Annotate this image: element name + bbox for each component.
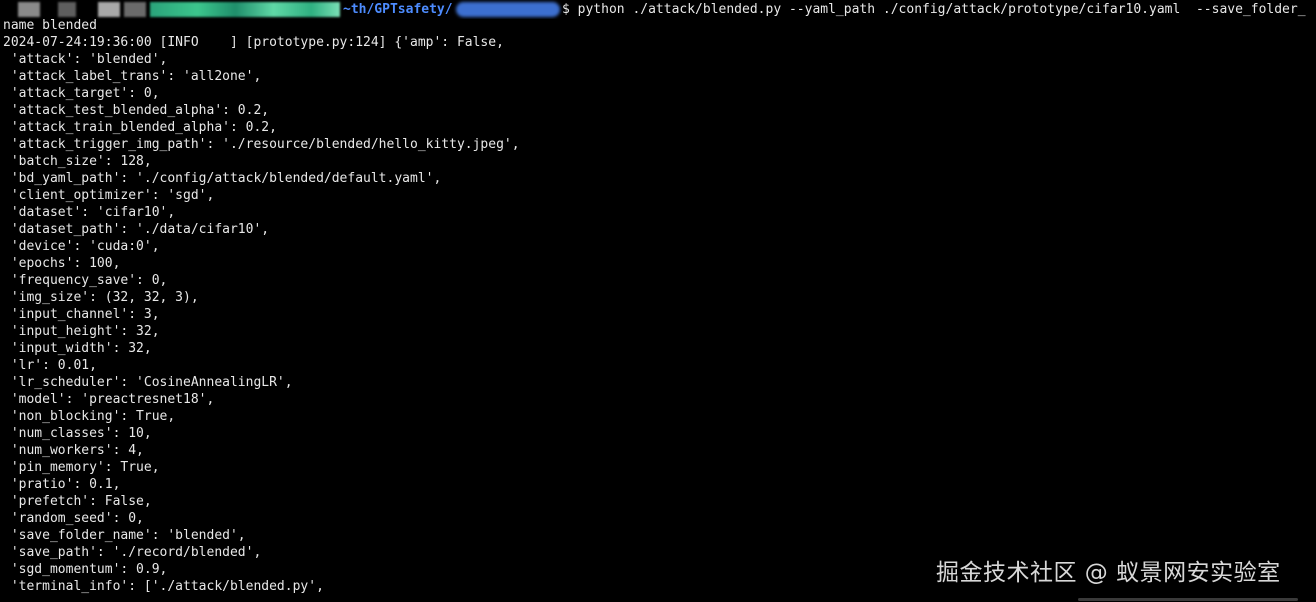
output-line: 'model': 'preactresnet18', bbox=[3, 392, 215, 407]
redacted-block bbox=[58, 2, 76, 17]
redacted-block bbox=[456, 2, 560, 17]
output-line: 'prefetch': False, bbox=[3, 494, 152, 509]
output-line: 'num_classes': 10, bbox=[3, 426, 152, 441]
output-line: 'attack_target': 0, bbox=[3, 86, 160, 101]
output-line: 'attack_label_trans': 'all2one', bbox=[3, 69, 262, 84]
output-line: 'attack_test_blended_alpha': 0.2, bbox=[3, 103, 270, 118]
output-line: 'input_height': 32, bbox=[3, 324, 160, 339]
output-line: 'epochs': 100, bbox=[3, 256, 121, 271]
output-line: 'img_size': (32, 32, 3), bbox=[3, 290, 199, 305]
redacted-block bbox=[150, 2, 340, 17]
prompt-path: ~th/GPTsafety/ bbox=[343, 2, 453, 17]
horizontal-scrollbar[interactable] bbox=[1078, 598, 1298, 601]
output-line: 'input_channel': 3, bbox=[3, 307, 160, 322]
prompt-line: ~th/GPTsafety/ $ python ./attack/blended… bbox=[0, 0, 1316, 19]
output-line: 'dataset': 'cifar10', bbox=[3, 205, 176, 220]
output-line: name blended bbox=[3, 18, 97, 33]
output-line: 'attack_train_blended_alpha': 0.2, bbox=[3, 120, 277, 135]
output-line: 'attack': 'blended', bbox=[3, 52, 168, 67]
output-line: 'pin_memory': True, bbox=[3, 460, 160, 475]
redacted-block bbox=[18, 2, 40, 17]
output-line: 'input_width': 32, bbox=[3, 341, 152, 356]
redacted-block bbox=[98, 2, 120, 17]
output-line: 'num_workers': 4, bbox=[3, 443, 144, 458]
output-line: 'terminal_info': ['./attack/blended.py', bbox=[3, 579, 324, 594]
output-line: 'save_path': './record/blended', bbox=[3, 545, 262, 560]
output-line: 'client_optimizer': 'sgd', bbox=[3, 188, 215, 203]
watermark: 掘金技术社区 @ 蚁景网安实验室 bbox=[936, 560, 1281, 586]
output-line: 'lr_scheduler': 'CosineAnnealingLR', bbox=[3, 375, 293, 390]
output-line: 'random_seed': 0, bbox=[3, 511, 144, 526]
output-line: 'save_folder_name': 'blended', bbox=[3, 528, 246, 543]
output-line: 'dataset_path': './data/cifar10', bbox=[3, 222, 270, 237]
redacted-block bbox=[124, 2, 146, 17]
output-line: 'pratio': 0.1, bbox=[3, 477, 121, 492]
output-line: 'attack_trigger_img_path': './resource/b… bbox=[3, 137, 520, 152]
output-line: 'bd_yaml_path': './config/attack/blended… bbox=[3, 171, 442, 186]
output-line: 'non_blocking': True, bbox=[3, 409, 176, 424]
output-line: 'device': 'cuda:0', bbox=[3, 239, 160, 254]
output-line: 'lr': 0.01, bbox=[3, 358, 97, 373]
output-line: 'batch_size': 128, bbox=[3, 154, 152, 169]
output-line: 'sgd_momentum': 0.9, bbox=[3, 562, 168, 577]
command-text: $ python ./attack/blended.py --yaml_path… bbox=[562, 2, 1306, 17]
output-line: 2024-07-24:19:36:00 [INFO ] [prototype.p… bbox=[3, 35, 504, 50]
output-line: 'frequency_save': 0, bbox=[3, 273, 168, 288]
terminal-window[interactable]: ~th/GPTsafety/ $ python ./attack/blended… bbox=[0, 0, 1316, 602]
